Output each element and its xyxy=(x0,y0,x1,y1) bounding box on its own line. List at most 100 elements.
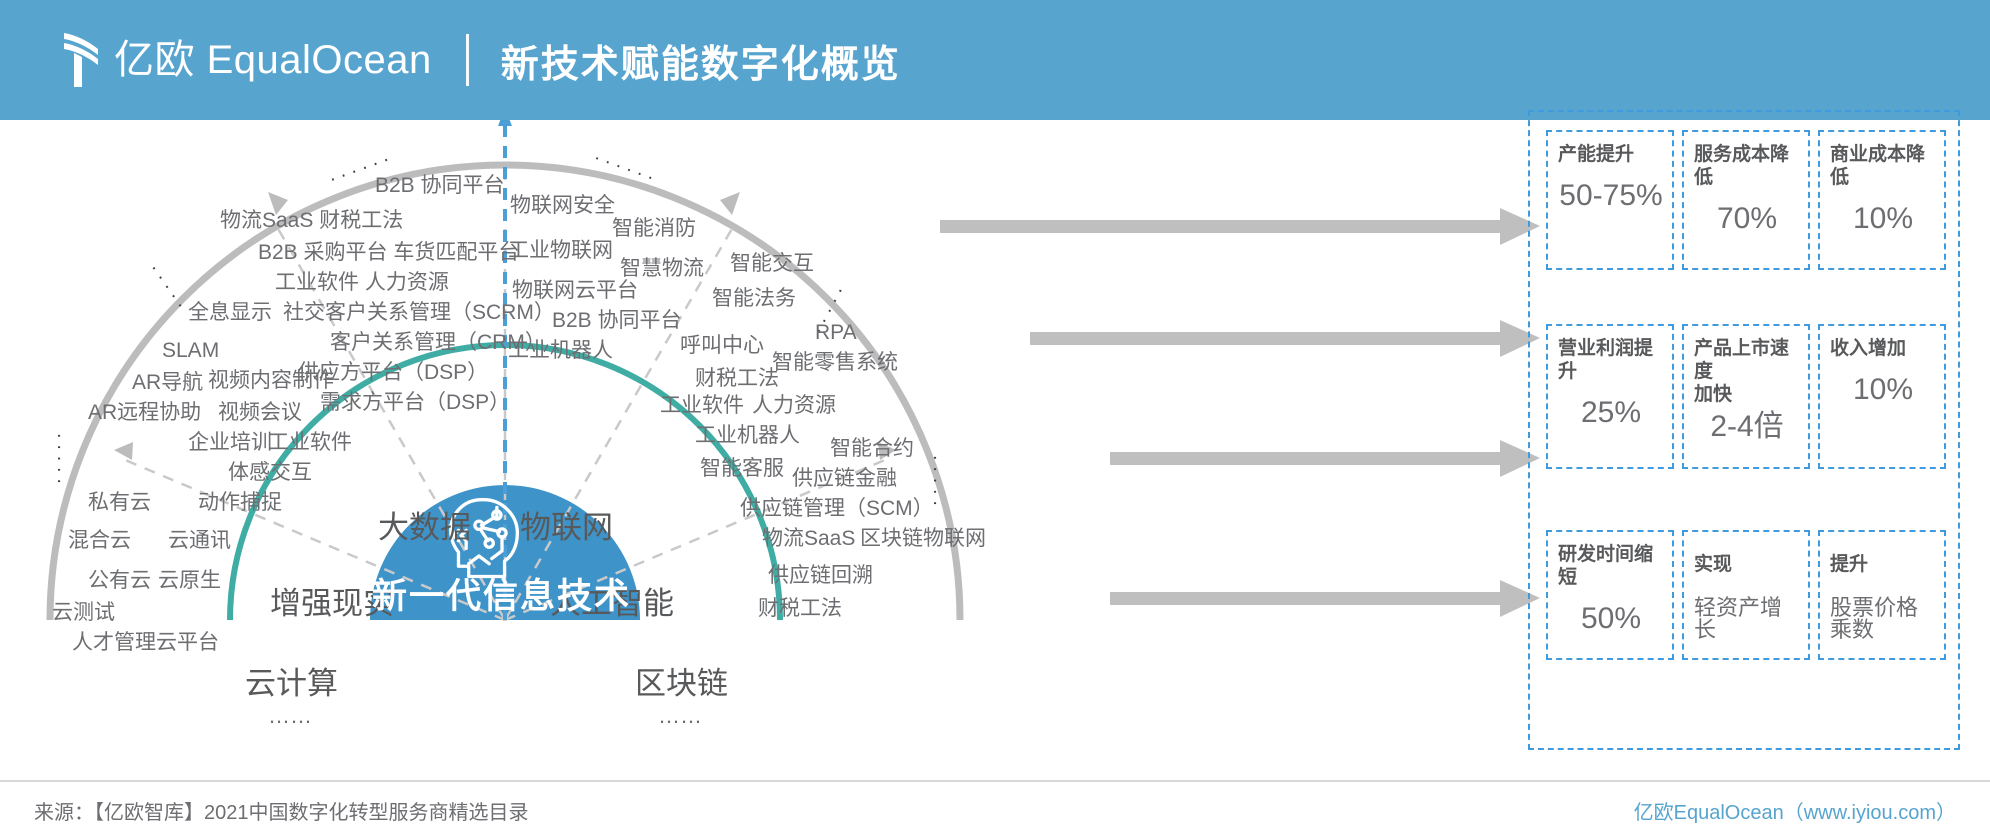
axis-arrow-head xyxy=(498,120,512,126)
tech-label: AR导航 xyxy=(132,371,204,394)
benefit-title: 实现 xyxy=(1694,554,1733,575)
tech-label: 工业软件 xyxy=(660,394,744,417)
source-text: 来源：【亿欧智库】2021中国数字化转型服务商精选目录 xyxy=(34,802,529,824)
tech-label: 公有云 xyxy=(88,569,151,592)
tech-label: 体感交互 xyxy=(228,461,312,484)
tech-label: 供应链回溯 xyxy=(768,564,873,587)
tech-label: B2B 采购平台 车货匹配平台 xyxy=(258,241,520,264)
benefit-cell[interactable]: 收入增加 10% xyxy=(1818,324,1946,469)
tech-label: AR远程协助 xyxy=(88,401,202,424)
tech-label: 云通讯 xyxy=(168,529,231,552)
tech-label: 智能零售系统 xyxy=(772,351,898,374)
ring-label-iot: 物联网 xyxy=(520,510,613,545)
benefit-cell[interactable]: 产品上市速度 加快 2-4倍 xyxy=(1682,324,1810,469)
tech-label: 智能客服 xyxy=(700,457,784,480)
tech-label: B2B 协同平台 xyxy=(552,309,682,332)
tech-label: SLAM xyxy=(162,339,220,362)
benefit-title: 商业成本降低 xyxy=(1830,144,1926,188)
benefits-panel: 产能提升 50-75% 服务成本降低 70% 商业成本降低 10% 营业利润提升… xyxy=(1528,110,1960,750)
benefit-cell[interactable]: 服务成本降低 70% xyxy=(1682,130,1810,270)
benefit-title: 营业利润提升 xyxy=(1558,338,1654,382)
tech-label: 智能合约 xyxy=(830,437,914,460)
dot-cluster-left-lower: ····· xyxy=(48,432,70,490)
benefit-value: 2-4倍 xyxy=(1710,410,1784,444)
tech-label: 呼叫中心 xyxy=(680,334,764,357)
page-title: 新技术赋能数字化概览 xyxy=(500,43,901,86)
benefit-title: 产品上市速度 加快 xyxy=(1694,338,1790,405)
right-arrow-icon xyxy=(1110,440,1540,477)
benefit-cell[interactable]: 营业利润提升 25% xyxy=(1546,324,1674,469)
tech-label: 社交客户关系管理（SCRM） xyxy=(283,301,555,324)
tech-label: 工业软件 人力资源 xyxy=(275,271,449,294)
tech-label: 工业机器人 xyxy=(695,424,800,447)
tech-label: 人才管理云平台 xyxy=(72,631,219,654)
benefit-title: 产能提升 xyxy=(1558,144,1635,165)
benefit-value: 50-75% xyxy=(1559,178,1663,212)
tech-label: RPA xyxy=(815,321,857,344)
benefit-title: 收入增加 xyxy=(1830,338,1907,359)
ring-label-cloud: 云计算 xyxy=(245,666,338,701)
ring-label-blockchain: 区块链 xyxy=(635,666,728,701)
tech-label: 动作捕捉 xyxy=(198,491,282,514)
tech-label: 企业培训 xyxy=(188,431,272,454)
equalocean-leaf-logo-icon xyxy=(64,33,98,87)
benefit-title: 研发时间缩短 xyxy=(1558,544,1654,588)
header-divider xyxy=(465,34,469,86)
brand-logo: 亿欧 EqualOcean xyxy=(58,31,432,89)
main-stage: 大数据 物联网 增强现实 人工智能 云计算 区块链 …… …… 新一代信息技术 … xyxy=(0,110,1990,780)
right-arrow-icon xyxy=(1110,580,1540,617)
page-header: 亿欧 EqualOcean 新技术赋能数字化概览 xyxy=(0,0,1990,120)
benefit-value: 50% xyxy=(1580,601,1642,635)
tech-label: 智能消防 xyxy=(612,217,696,240)
right-arrow-icon xyxy=(1030,320,1540,357)
tech-label: 工业机器人 xyxy=(508,339,613,362)
tech-label: 物联网云平台 xyxy=(512,279,638,302)
tech-label: 智能交互 xyxy=(730,252,814,275)
tech-label: 视频会议 xyxy=(218,401,302,424)
tech-label: 物流SaaS xyxy=(762,527,856,550)
logo-text: 亿欧 EqualOcean xyxy=(114,38,432,82)
tech-label: 混合云 xyxy=(68,529,131,552)
tech-label: 人力资源 xyxy=(752,394,836,417)
benefit-cell[interactable]: 产能提升 50-75% xyxy=(1546,130,1674,270)
tech-label: 供应链管理（SCM） xyxy=(740,497,934,520)
benefit-value: 25% xyxy=(1580,395,1642,429)
benefit-value: 股票价格乘数 xyxy=(1830,594,1919,642)
tech-label: 供应链金融 xyxy=(792,467,897,490)
cloud-ellipsis: …… xyxy=(268,703,312,728)
tech-label: 全息显示 xyxy=(188,301,272,324)
tech-label: 智慧物流 xyxy=(620,257,704,280)
benefit-cell[interactable]: 实现 轻资产增长 xyxy=(1682,530,1810,660)
benefits-row-1: 产能提升 50-75% 服务成本降低 70% 商业成本降低 10% xyxy=(1530,130,1962,270)
core-label: 新一代信息技术 xyxy=(372,577,632,616)
arc-marker-left-lower xyxy=(114,442,133,460)
arc-marker-right-upper xyxy=(720,192,740,215)
benefits-row-2: 营业利润提升 25% 产品上市速度 加快 2-4倍 收入增加 10% xyxy=(1530,324,1962,469)
tech-label: B2B 协同平台 xyxy=(375,174,505,197)
page-footer: 来源：【亿欧智库】2021中国数字化转型服务商精选目录 亿欧EqualOcean… xyxy=(0,780,1990,832)
benefit-cell[interactable]: 提升 股票价格乘数 xyxy=(1818,530,1946,660)
benefit-value: 70% xyxy=(1716,201,1778,235)
benefit-value: 10% xyxy=(1852,201,1914,235)
tech-label: 物联网安全 xyxy=(510,194,615,217)
tech-label: 智能法务 xyxy=(712,287,796,310)
benefit-value: 10% xyxy=(1852,372,1914,406)
tech-label: 视频内容制作 xyxy=(208,369,334,392)
benefits-row-3: 研发时间缩短 50% 实现 轻资产增长 提升 股票价格乘数 xyxy=(1530,530,1962,660)
tech-label: 私有云 xyxy=(88,491,151,514)
tech-label: 工业物联网 xyxy=(508,239,613,262)
tech-label: 财税工法 xyxy=(758,597,842,620)
tech-label: 云原生 xyxy=(158,569,221,592)
tech-label: 工业软件 xyxy=(268,431,352,454)
ring-label-big-data: 大数据 xyxy=(378,510,471,545)
connector-arrows xyxy=(940,208,1540,617)
right-arrow-icon xyxy=(940,208,1540,245)
tech-label: 物流SaaS 财税工法 xyxy=(220,209,404,232)
benefit-title: 服务成本降低 xyxy=(1694,144,1790,188)
blockchain-ellipsis: …… xyxy=(658,703,702,728)
benefit-cell[interactable]: 研发时间缩短 50% xyxy=(1546,530,1674,660)
tech-label: 云测试 xyxy=(52,601,115,624)
tech-label: 财税工法 xyxy=(695,367,779,390)
tech-label: 需求方平台（DSP） xyxy=(320,391,511,414)
benefit-cell[interactable]: 商业成本降低 10% xyxy=(1818,130,1946,270)
